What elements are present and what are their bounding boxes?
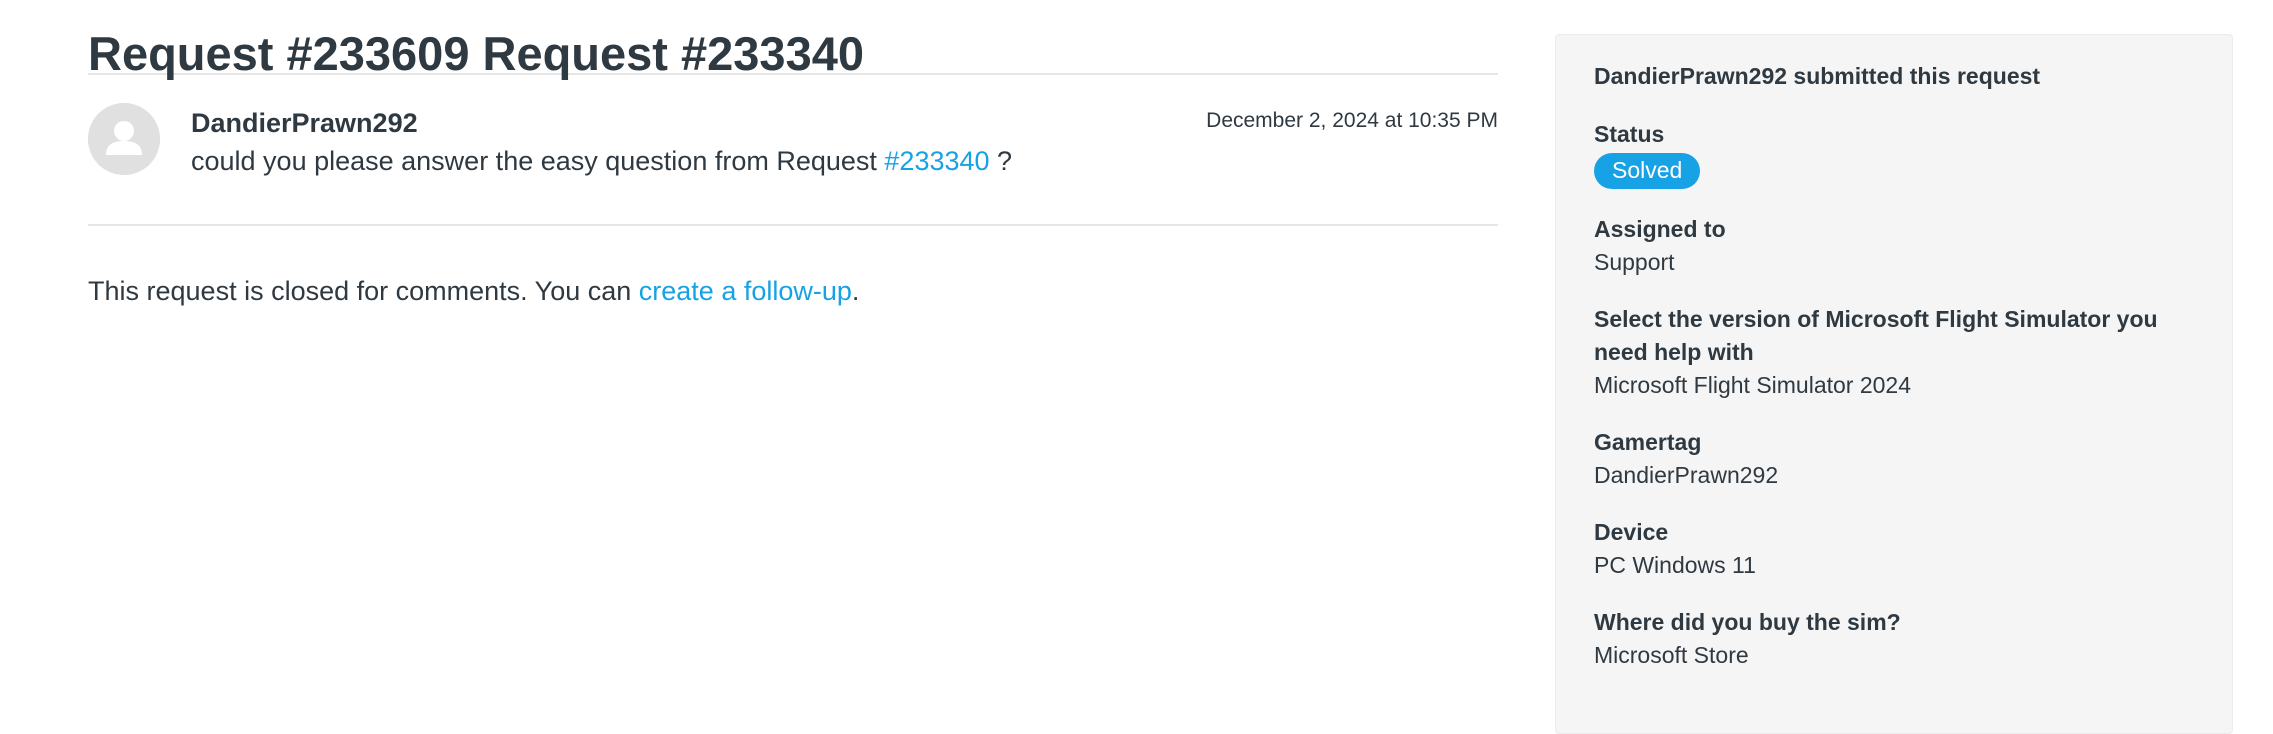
field-label: Select the version of Microsoft Flight S…: [1594, 306, 2158, 365]
field-value: Microsoft Flight Simulator 2024: [1594, 372, 1912, 398]
comment-body-suffix: ?: [989, 146, 1013, 176]
closed-note: This request is closed for comments. You…: [88, 276, 1498, 307]
request-reference-link[interactable]: #233340: [884, 146, 989, 176]
field-label: Assigned to: [1594, 216, 1726, 242]
field-value: Microsoft Store: [1594, 642, 1749, 668]
gamertag-field: Gamertag DandierPrawn292: [1594, 426, 2194, 492]
request-main: Request #233609 Request #233340 DandierP…: [88, 0, 1498, 334]
version-field: Select the version of Microsoft Flight S…: [1594, 303, 2194, 402]
submitted-by: DandierPrawn292 submitted this request: [1594, 63, 2041, 89]
create-follow-up-link[interactable]: create a follow-up: [639, 276, 852, 306]
field-value: DandierPrawn292: [1594, 462, 1779, 488]
comment-body-prefix: could you please answer the easy questio…: [191, 146, 885, 176]
status-label: Status: [1594, 121, 1665, 147]
request-details-sidebar: DandierPrawn292 submitted this request S…: [1555, 34, 2233, 734]
assigned-to-field: Assigned to Support: [1594, 213, 2194, 279]
field-label: Device: [1594, 519, 1669, 545]
comment: DandierPrawn292 December 2, 2024 at 10:3…: [88, 75, 1498, 226]
closed-note-suffix: .: [851, 276, 860, 306]
field-value: Support: [1594, 249, 1675, 275]
status-field: Status Solved: [1594, 118, 2194, 189]
field-label: Where did you buy the sim?: [1594, 609, 1901, 635]
comment-author-link[interactable]: DandierPrawn292: [191, 108, 418, 139]
field-label: Gamertag: [1594, 429, 1702, 455]
field-value: PC Windows 11: [1594, 552, 1756, 578]
default-user-avatar-icon: [88, 103, 160, 175]
purchase-source-field: Where did you buy the sim? Microsoft Sto…: [1594, 606, 2194, 672]
comment-body: could you please answer the easy questio…: [191, 146, 1012, 177]
status-badge: Solved: [1594, 153, 1701, 189]
closed-note-prefix: This request is closed for comments. You…: [88, 276, 639, 306]
device-field: Device PC Windows 11: [1594, 516, 2194, 582]
comment-date: December 2, 2024 at 10:35 PM: [1206, 109, 1498, 132]
page-title: Request #233609 Request #233340: [88, 0, 1498, 77]
